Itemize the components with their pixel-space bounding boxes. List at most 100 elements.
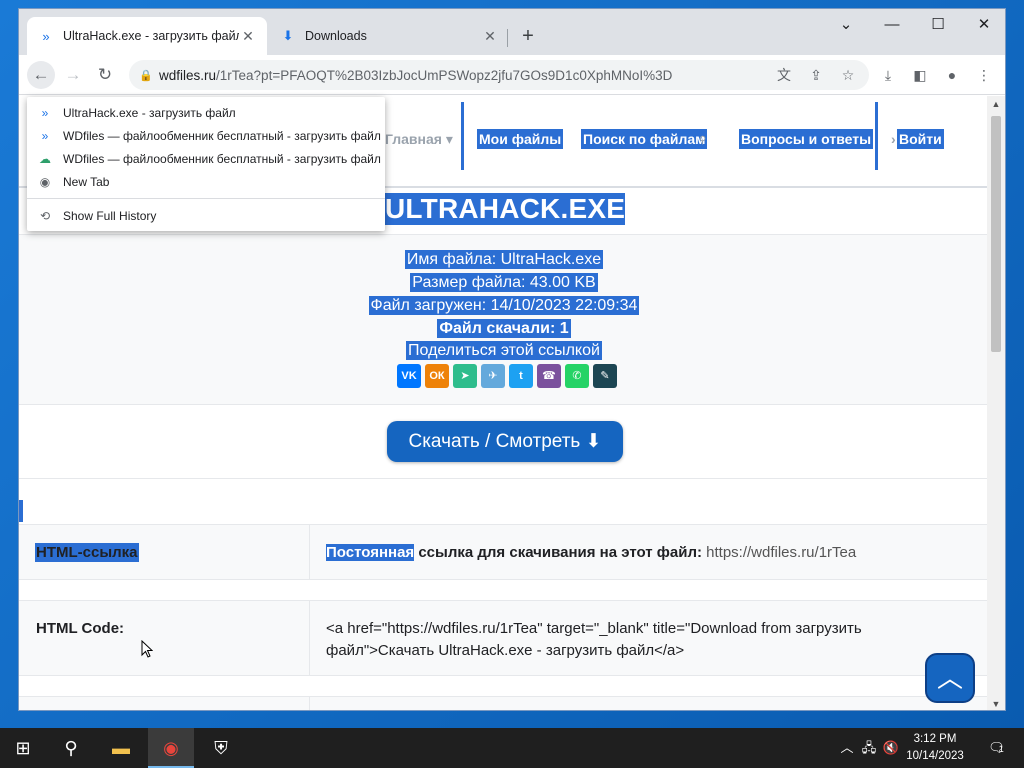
nav-divider <box>875 102 878 170</box>
nav-faq[interactable]: Вопросы и ответы <box>739 129 874 149</box>
scroll-up-arrow-icon[interactable]: ▲ <box>987 96 1005 112</box>
clock[interactable]: 3:12 PM 10/14/2023 <box>900 731 970 765</box>
nav-login[interactable]: Войти <box>897 129 944 149</box>
send-icon[interactable]: ➤ <box>453 364 477 388</box>
nav-my-files[interactable]: Мои файлы <box>477 129 564 149</box>
viber-icon[interactable]: ☎ <box>537 364 561 388</box>
back-button[interactable]: ← <box>27 61 55 89</box>
menu-kebab-icon[interactable]: ⋮ <box>971 62 997 88</box>
file-explorer-icon[interactable]: ▬ <box>98 728 144 768</box>
security-shield-icon[interactable]: ⛨ <box>198 728 244 768</box>
file-title: ULTRAHACK.EXE <box>385 193 626 225</box>
download-icon: ⬇ <box>282 28 294 43</box>
nav-search-files[interactable]: Поиск по файлам <box>581 129 708 149</box>
download-button[interactable]: Скачать / Смотреть ⬇ <box>387 421 623 462</box>
notification-count: 1 <box>998 744 1004 754</box>
wdfiles-chevron-icon: » <box>41 106 49 120</box>
page-scrollbar[interactable]: ▲ ▼ <box>987 96 1005 710</box>
scroll-to-top-button[interactable]: ︿ <box>925 653 975 703</box>
volume-muted-icon[interactable]: 🔇 <box>882 728 900 768</box>
clock-date: 10/14/2023 <box>906 750 964 762</box>
table-row: HTML-ссылка Постоянная ссылка для скачив… <box>19 524 989 580</box>
lock-icon: 🔒 <box>139 69 153 82</box>
history-clock-icon: ⟲ <box>39 209 51 223</box>
tab-separator <box>507 29 508 47</box>
side-panel-icon[interactable]: ◧ <box>907 62 933 88</box>
bookmark-star-icon[interactable]: ☆ <box>835 62 861 88</box>
row-label-html-code: HTML Code: <box>36 620 125 637</box>
chrome-taskbar-icon[interactable]: ◉ <box>148 728 194 768</box>
forward-button[interactable]: → <box>59 61 87 89</box>
windows-start-icon[interactable]: ⊞ <box>0 728 46 768</box>
close-window-button[interactable]: ✕ <box>961 9 1005 41</box>
wdfiles-chevron-icon: » <box>41 129 49 143</box>
livejournal-icon[interactable]: ✎ <box>593 364 617 388</box>
back-history-menu: » UltraHack.exe - загрузить файл » WDfil… <box>27 97 385 231</box>
nav-home[interactable]: Главная ▾ <box>383 129 455 150</box>
history-item[interactable]: » WDfiles — файлообменник бесплатный - з… <box>27 125 385 147</box>
minimize-button[interactable]: — <box>869 9 915 41</box>
history-item-label: UltraHack.exe - загрузить файл <box>63 106 236 120</box>
table-row <box>19 696 989 710</box>
file-name: Имя файла: UltraHack.exe <box>404 250 604 269</box>
mouse-cursor-icon <box>141 640 153 658</box>
browser-toolbar: ← → ↻ 🔒 wdfiles.ru /1rTea?pt=PFAOQT%2B03… <box>19 55 1005 95</box>
history-item-label: WDfiles — файлообменник бесплатный - заг… <box>63 129 381 143</box>
profile-avatar-icon[interactable]: ● <box>939 62 965 88</box>
tab-strip: » UltraHack.exe - загрузить файл ✕ ⬇ Dow… <box>19 9 1005 55</box>
history-item[interactable]: » UltraHack.exe - загрузить файл <box>27 102 385 124</box>
chrome-icon: ◉ <box>39 175 51 189</box>
scroll-down-arrow-icon[interactable]: ▼ <box>987 696 1005 710</box>
share-buttons: VK ОК ➤ ✈ t ☎ ✆ ✎ <box>397 364 617 388</box>
maximize-button[interactable]: ☐ <box>915 9 961 41</box>
menu-divider <box>27 198 385 199</box>
show-full-history[interactable]: ⟲ Show Full History <box>27 205 385 227</box>
search-icon: ⚲ <box>699 135 707 146</box>
clock-time: 3:12 PM <box>913 733 957 745</box>
html-code-line-2: файл">Скачать UltraHack.exe - загрузить … <box>326 642 685 659</box>
telegram-icon[interactable]: ✈ <box>481 364 505 388</box>
network-icon[interactable]: 🖧 <box>860 728 878 768</box>
tab-downloads[interactable]: ⬇ Downloads ✕ <box>269 17 509 55</box>
row-label-html-link: HTML-ссылка <box>35 543 139 562</box>
whatsapp-icon[interactable]: ✆ <box>565 364 589 388</box>
odnoklassniki-icon[interactable]: ОК <box>425 364 449 388</box>
row-value-permalink: Постоянная ссылка для скачивания на этот… <box>326 542 926 564</box>
table-row: HTML Code: <a href="https://wdfiles.ru/1… <box>19 600 989 676</box>
file-downloads: Файл скачали: 1 <box>437 319 571 338</box>
url-domain: wdfiles.ru <box>159 67 217 83</box>
share-label: Поделиться этой ссылкой <box>406 341 602 360</box>
chrome-window: » UltraHack.exe - загрузить файл ✕ ⬇ Dow… <box>18 8 1006 711</box>
new-tab-button[interactable]: + <box>515 24 541 50</box>
table-cell-label <box>19 601 310 675</box>
vk-icon[interactable]: VK <box>397 364 421 388</box>
twitter-icon[interactable]: t <box>509 364 533 388</box>
share-icon[interactable]: ⇪ <box>803 62 829 88</box>
close-tab-icon[interactable]: ✕ <box>239 28 257 45</box>
translate-icon[interactable]: 文 <box>771 62 797 88</box>
tab-search-button[interactable]: ⌄ <box>823 9 869 41</box>
cloud-icon: ☁ <box>39 152 51 166</box>
download-section: Скачать / Смотреть ⬇ <box>19 405 989 479</box>
history-item[interactable]: ◉ New Tab <box>27 171 385 193</box>
tab-title: Downloads <box>305 29 367 43</box>
tab-ultrahack[interactable]: » UltraHack.exe - загрузить файл ✕ <box>27 17 267 55</box>
nav-divider <box>461 102 464 170</box>
permalink-url[interactable]: https://wdfiles.ru/1rTea <box>702 544 856 561</box>
html-code-line-1: <a href="https://wdfiles.ru/1rTea" targe… <box>326 620 862 637</box>
scroll-thumb[interactable] <box>991 116 1001 352</box>
notifications-icon[interactable]: 🗨1 <box>982 728 1010 768</box>
search-icon[interactable]: ⚲ <box>48 728 94 768</box>
tab-title: UltraHack.exe - загрузить файл <box>63 29 239 43</box>
reload-button[interactable]: ↻ <box>91 61 119 89</box>
tray-chevron-icon[interactable]: ︿ <box>838 728 856 768</box>
downloads-icon[interactable]: ⤓ <box>875 62 901 88</box>
address-bar[interactable]: 🔒 wdfiles.ru /1rTea?pt=PFAOQT%2B03IzbJoc… <box>129 60 869 90</box>
taskbar: ⊞ ⚲ ▬ ◉ ⛨ ︿ 🖧 🔇 3:12 PM 10/14/2023 🗨1 <box>0 728 1024 768</box>
close-tab-icon[interactable]: ✕ <box>481 28 499 45</box>
show-full-history-label: Show Full History <box>63 209 157 223</box>
history-item[interactable]: ☁ WDfiles — файлообменник бесплатный - з… <box>27 148 385 170</box>
row-value-html-code[interactable]: <a href="https://wdfiles.ru/1rTea" targe… <box>326 618 926 662</box>
wdfiles-chevron-icon: » <box>42 28 50 44</box>
table-cell-label <box>19 697 310 710</box>
